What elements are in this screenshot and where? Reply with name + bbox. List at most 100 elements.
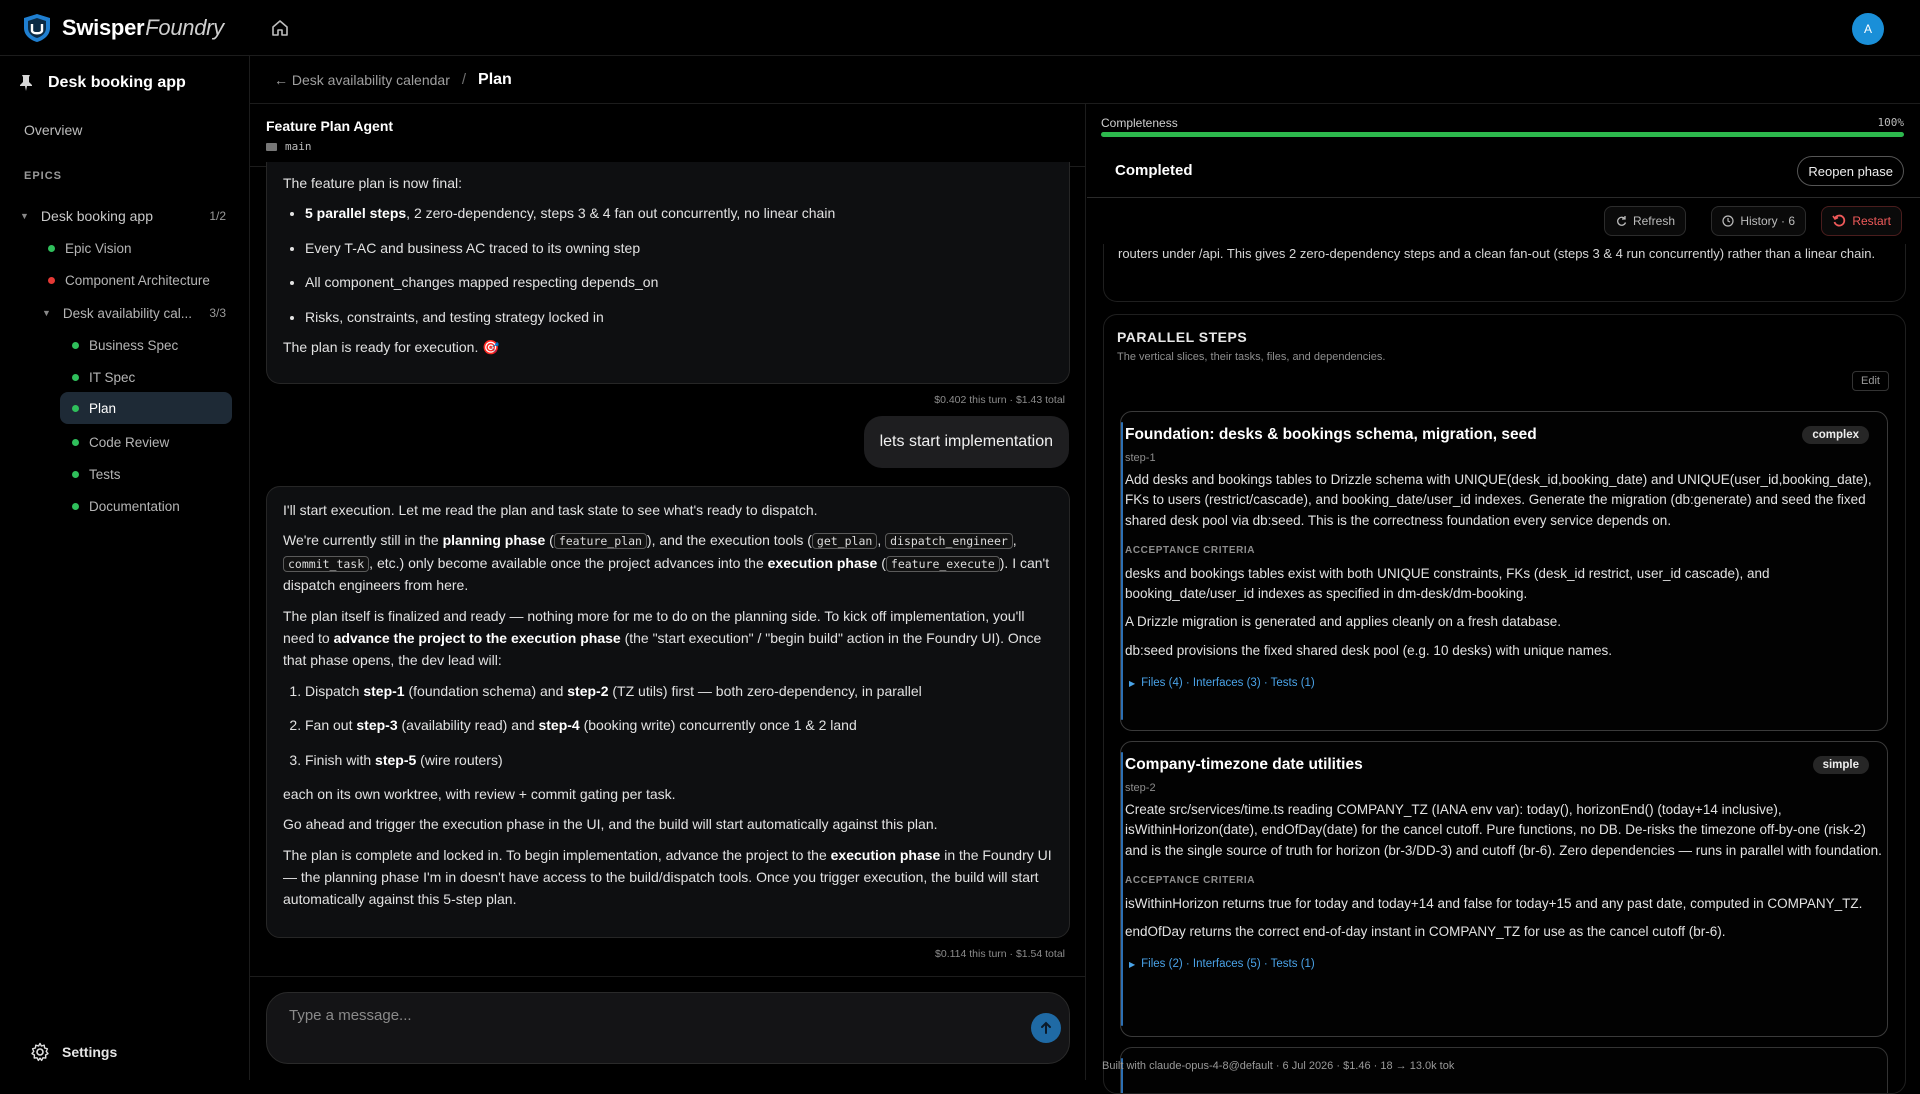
acceptance-criterion: isWithinHorizon returns true for today a…: [1125, 895, 1863, 911]
send-button[interactable]: [1031, 1013, 1061, 1043]
acceptance-criterion: db:seed provisions the fixed shared desk…: [1125, 642, 1613, 658]
brand[interactable]: SwisperFoundry: [22, 13, 224, 43]
status-dot: [72, 373, 79, 381]
list-item: 5 parallel steps, 2 zero-dependency, ste…: [305, 202, 1053, 224]
clock-icon: [1722, 215, 1734, 227]
chevron-down-icon[interactable]: ▼: [20, 211, 29, 221]
acceptance-criteria-label: ACCEPTANCE CRITERIA: [1125, 544, 1256, 556]
progress-count: 3/3: [209, 306, 226, 320]
list-item: Dispatch step-1 (foundation schema) and …: [305, 680, 1053, 702]
history-button[interactable]: History · 6: [1711, 206, 1806, 236]
agent-title: Feature Plan Agent: [266, 118, 394, 134]
home-button[interactable]: [268, 16, 292, 40]
status-dot: [72, 470, 79, 478]
step-card[interactable]: Foundation: desks & bookings schema, mig…: [1120, 411, 1888, 731]
turn-cost: $0.114 this turn · $1.54 total: [935, 948, 1065, 960]
refresh-icon: [1617, 216, 1627, 226]
acceptance-criterion: A Drizzle migration is generated and app…: [1125, 614, 1562, 630]
step-id: step-2: [1125, 782, 1156, 794]
message-text: We're currently still in the planning ph…: [283, 532, 1050, 594]
status-dot: [48, 244, 55, 252]
plan-summary-card: routers under /api. This gives 2 zero-de…: [1103, 244, 1906, 302]
completeness-percent: 100%: [1877, 116, 1905, 129]
sidebar-item-plan[interactable]: Plan: [60, 392, 232, 424]
message-composer: [266, 992, 1070, 1064]
sidebar-item-label: Tests: [89, 466, 121, 482]
sidebar-item-component-architecture[interactable]: Component Architecture: [48, 270, 210, 290]
sidebar-item-overview[interactable]: Overview: [24, 122, 82, 138]
home-icon: [272, 20, 288, 36]
completeness-progress-bar: [1101, 132, 1904, 137]
completeness-label: Completeness: [1101, 116, 1178, 130]
status-dot: [72, 502, 79, 510]
message-text: The plan is ready for execution. 🎯: [283, 338, 500, 355]
message-text: The feature plan is now final:: [283, 175, 462, 191]
edit-button[interactable]: Edit: [1852, 371, 1889, 391]
list-item: Every T-AC and business AC traced to its…: [305, 237, 1053, 259]
sidebar-item-label: Epic Vision: [65, 240, 132, 256]
list-item: Fan out step-3 (availability read) and s…: [305, 714, 1053, 736]
breadcrumb-current: Plan: [478, 70, 512, 88]
progress-count: 1/2: [209, 209, 226, 223]
sidebar-feature-desk-availability[interactable]: ▼ Desk availability cal... 3/3: [42, 302, 230, 324]
project-title: Desk booking app: [48, 74, 186, 91]
reopen-phase-button[interactable]: Reopen phase: [1797, 156, 1904, 186]
acceptance-criterion: endOfDay returns the correct end-of-day …: [1125, 924, 1726, 939]
settings-button[interactable]: Settings: [30, 1042, 117, 1062]
breadcrumb-back-link[interactable]: ← Desk availability calendar: [274, 72, 450, 88]
completeness-progress-fill: [1101, 132, 1904, 137]
sidebar-item-business-spec[interactable]: Business Spec: [72, 335, 178, 355]
step-description: Create src/services/time.ts reading COMP…: [1125, 802, 1882, 858]
sidebar-item-documentation[interactable]: Documentation: [72, 496, 180, 516]
restart-button[interactable]: Restart: [1821, 206, 1902, 236]
agent-header: Feature Plan Agent main: [266, 118, 393, 153]
sidebar-item-it-spec[interactable]: IT Spec: [72, 367, 135, 387]
message-text: I'll start execution. Let me read the pl…: [283, 502, 818, 518]
status-dot: [48, 276, 55, 284]
plan-panel: Completeness 100% Completed Reopen phase…: [1087, 104, 1920, 1094]
list-item: Risks, constraints, and testing strategy…: [305, 306, 1053, 328]
section-subtitle: The vertical slices, their tasks, files,…: [1117, 351, 1386, 363]
sidebar-item-tests[interactable]: Tests: [72, 464, 121, 484]
sidebar-item-epic-vision[interactable]: Epic Vision: [48, 238, 132, 258]
pin-icon: [20, 75, 32, 91]
shield-logo-icon: [24, 13, 50, 42]
sidebar: Desk booking app Overview EPICS ▼ Desk b…: [0, 56, 250, 1080]
step-title: Foundation: desks & bookings schema, mig…: [1125, 426, 1537, 443]
step-details-toggle[interactable]: ▶ Files (4) · Interfaces (3) · Tests (1): [1125, 677, 1883, 689]
sidebar-item-label: Desk availability cal...: [62, 305, 192, 321]
message-text: The plan itself is finalized and ready —…: [283, 607, 1042, 669]
message-text: The plan is complete and locked in. To b…: [283, 846, 1052, 908]
phase-status: Completed: [1115, 162, 1193, 179]
breadcrumb: ← Desk availability calendar / Plan: [250, 56, 1920, 104]
section-title: PARALLEL STEPS: [1117, 329, 1248, 345]
status-dot: [72, 341, 79, 349]
step-details-toggle[interactable]: ▶ Files (2) · Interfaces (5) · Tests (1): [1125, 958, 1883, 970]
button-label: History · 6: [1740, 214, 1795, 228]
settings-label: Settings: [62, 1044, 118, 1060]
brand-name: SwisperFoundry: [62, 14, 224, 40]
complexity-badge: simple: [1812, 756, 1869, 774]
message-text: Go ahead and trigger the execution phase…: [283, 816, 938, 833]
refresh-button[interactable]: Refresh: [1603, 206, 1686, 236]
button-label: Refresh: [1632, 214, 1675, 228]
epics-section-label: EPICS: [24, 170, 63, 182]
sidebar-item-code-review[interactable]: Code Review: [72, 432, 169, 452]
message-text: each on its own worktree, with review + …: [283, 785, 676, 802]
sidebar-item-label: Documentation: [89, 498, 180, 514]
sidebar-item-label: IT Spec: [89, 369, 136, 385]
assistant-message: I'll start execution. Let me read the pl…: [266, 486, 1070, 938]
message-input[interactable]: [289, 1007, 989, 1024]
breadcrumb-separator: /: [461, 71, 467, 88]
step-card[interactable]: Company-timezone date utilities simple s…: [1120, 741, 1888, 1037]
caret-right-icon: ▶: [1129, 678, 1136, 688]
restart-icon: [1832, 214, 1846, 227]
project-header[interactable]: Desk booking app: [18, 74, 186, 92]
arrow-up-icon: [1041, 1021, 1051, 1034]
user-avatar[interactable]: A: [1852, 13, 1884, 45]
chevron-down-icon[interactable]: ▼: [42, 308, 51, 318]
gear-icon: [31, 1042, 49, 1062]
sidebar-item-label: Component Architecture: [65, 272, 210, 288]
sidebar-epic-desk-booking[interactable]: ▼ Desk booking app 1/2: [20, 204, 230, 228]
user-message: lets start implementation: [863, 416, 1069, 468]
